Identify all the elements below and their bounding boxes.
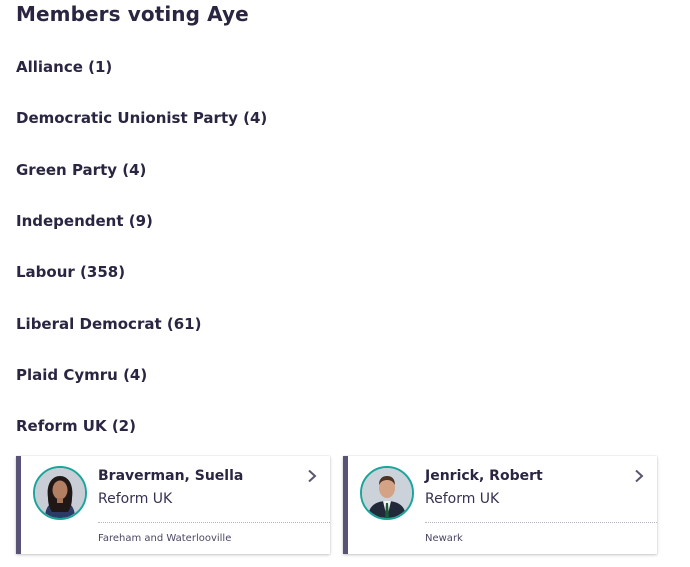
member-party: Reform UK [425, 491, 500, 507]
member-name: Jenrick, Robert [425, 468, 543, 484]
card-divider [98, 522, 330, 523]
member-constituency: Fareham and Waterlooville [98, 533, 232, 544]
card-divider [425, 522, 657, 523]
section-heading: Members voting Aye [16, 2, 249, 26]
member-constituency: Newark [425, 533, 463, 544]
member-party: Reform UK [98, 491, 173, 507]
party-heading-democratic-unionist-party[interactable]: Democratic Unionist Party (4) [16, 109, 267, 127]
party-heading-liberal-democrat[interactable]: Liberal Democrat (61) [16, 315, 201, 333]
avatar [360, 466, 414, 520]
party-heading-green-party[interactable]: Green Party (4) [16, 161, 146, 179]
member-name: Braverman, Suella [98, 468, 244, 484]
member-photo [362, 468, 412, 518]
member-card[interactable]: Jenrick, Robert Reform UK Newark [343, 456, 657, 554]
party-heading-labour[interactable]: Labour (358) [16, 263, 125, 281]
chevron-right-icon [308, 469, 317, 483]
chevron-right-icon [635, 469, 644, 483]
member-card[interactable]: Braverman, Suella Reform UK Fareham and … [16, 456, 330, 554]
party-heading-reform-uk[interactable]: Reform UK (2) [16, 417, 136, 435]
party-heading-plaid-cymru[interactable]: Plaid Cymru (4) [16, 366, 147, 384]
avatar [33, 466, 87, 520]
party-heading-alliance[interactable]: Alliance (1) [16, 58, 112, 76]
member-photo [35, 468, 85, 518]
page: Members voting Aye Alliance (1) Democrat… [0, 0, 690, 567]
member-cards: Braverman, Suella Reform UK Fareham and … [16, 456, 657, 556]
party-heading-independent[interactable]: Independent (9) [16, 212, 153, 230]
